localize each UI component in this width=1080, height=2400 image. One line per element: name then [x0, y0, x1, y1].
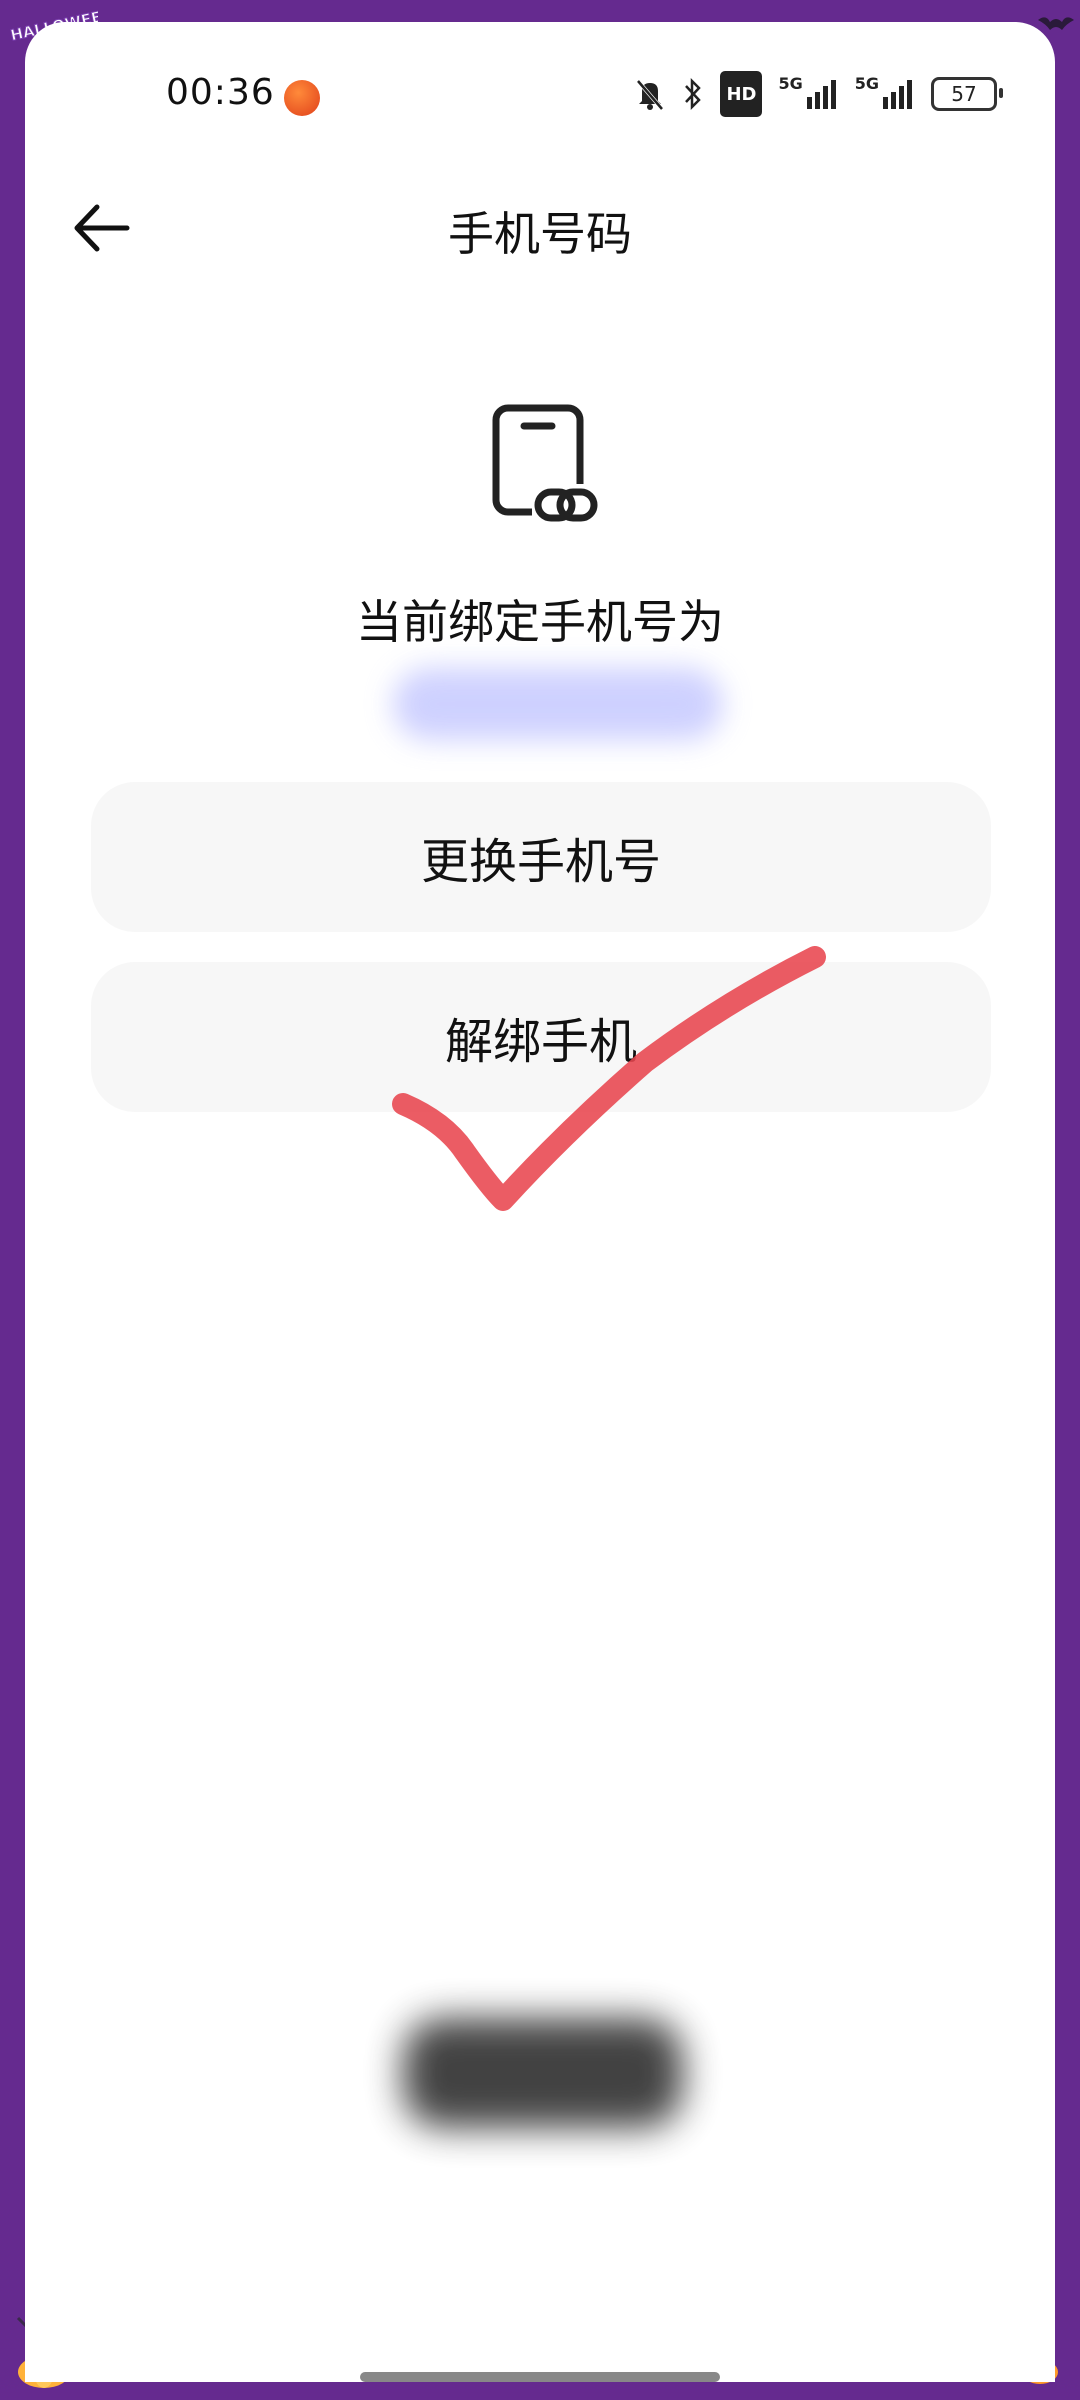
hd-voice-icon: HD	[720, 71, 763, 117]
phone-link-icon	[488, 404, 608, 534]
status-icons: HD 5G 5G 57	[634, 71, 1003, 117]
bell-muted-icon	[634, 74, 666, 114]
redacted-block	[403, 2018, 683, 2128]
app-notification-icon	[284, 80, 320, 116]
home-indicator[interactable]	[360, 2372, 720, 2382]
status-bar: 00:36 HD 5G 5G 57	[25, 52, 1055, 136]
change-phone-button[interactable]: 更换手机号	[91, 782, 991, 932]
signal-icon: 5G	[778, 74, 838, 114]
masked-phone-number	[393, 668, 723, 740]
signal-label: 5G	[854, 74, 879, 93]
bound-phone-label: 当前绑定手机号为	[356, 595, 724, 649]
signal-icon: 5G	[855, 74, 915, 114]
signal-label: 5G	[778, 74, 803, 93]
status-time: 00:36	[166, 72, 275, 113]
unbind-phone-button[interactable]: 解绑手机	[91, 962, 991, 1112]
screen: 00:36 HD 5G 5G 57 手机号码 当前绑定手机号为 更换手机号 解绑…	[25, 22, 1055, 2382]
page-title: 手机号码	[448, 207, 632, 261]
header: 手机号码	[25, 172, 1055, 282]
battery-icon: 57	[931, 77, 1003, 111]
bluetooth-icon	[682, 74, 704, 114]
